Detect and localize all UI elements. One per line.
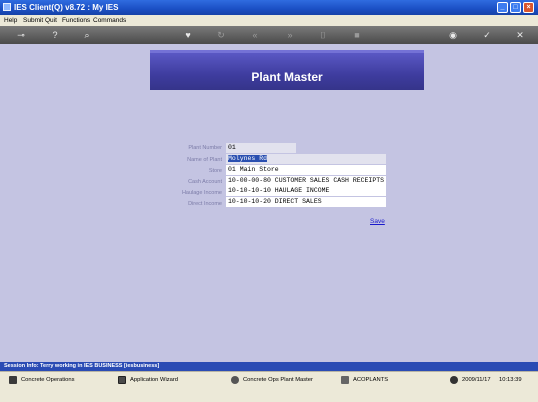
database-icon (9, 376, 17, 384)
refresh-icon[interactable]: ↻ (216, 30, 226, 40)
window-title: IES Client(Q) v8.72 : My IES (14, 3, 119, 12)
plant-number-label: Plant Number (188, 145, 222, 151)
haulage-income-field[interactable]: 10-10-10-10 HAULAGE INCOME (226, 186, 386, 196)
plant-name-selection: Molynes Rd (228, 155, 268, 162)
menu-functions[interactable]: Functions (62, 16, 90, 25)
heart-icon[interactable]: ♥ (183, 30, 193, 40)
close-button[interactable]: × (523, 2, 534, 13)
store-label: Store (208, 168, 222, 174)
time-label: 10:13:39 (499, 377, 522, 383)
wizard-icon (118, 376, 126, 384)
minimize-button[interactable]: _ (497, 2, 508, 13)
help-icon[interactable]: ? (50, 30, 60, 40)
close-icon[interactable]: ✕ (515, 30, 525, 40)
check-icon[interactable]: ✓ (482, 30, 492, 40)
maximize-button[interactable]: □ (510, 2, 521, 13)
app-icon (3, 3, 11, 11)
date-label: 2009/11/17 (462, 377, 491, 383)
toolbar: ⊸ ? ⌕ ♥ ↻ « » ⌷ ■ ◉ ✓ ✕ (0, 26, 538, 44)
key-icon[interactable]: ⊸ (12, 30, 30, 40)
direct-income-label: Direct Income (188, 201, 222, 207)
cash-account-field[interactable]: 10-00-00-80 CUSTOMER SALES CASH RECEIPTS… (226, 176, 386, 186)
plant-name-field[interactable]: Molynes Rd (226, 154, 386, 164)
task-label: ACOPLANTS (353, 377, 389, 383)
form-title: Plant Master (251, 70, 323, 84)
task-bar: Concrete Operations Application Wizard C… (0, 371, 538, 402)
globe-icon[interactable]: ◉ (448, 30, 458, 40)
stop-icon[interactable]: ■ (352, 30, 362, 40)
menu-help[interactable]: Help (4, 16, 17, 25)
plant-icon (231, 376, 239, 384)
cash-account-label: Cash Account (188, 179, 222, 185)
task-label: Concrete Operations (21, 377, 75, 383)
fast-forward-icon[interactable]: » (285, 30, 295, 40)
form-header-banner: Plant Master (150, 50, 424, 90)
task-label: Concrete Ops Plant Master (243, 377, 313, 383)
plant-name-label: Name of Plant (187, 157, 222, 163)
direct-income-field[interactable]: 10-10-10-20 DIRECT SALES (226, 197, 386, 207)
task-label: Application Wizard (130, 377, 179, 383)
rewind-icon[interactable]: « (250, 30, 260, 40)
menu-submit[interactable]: Submit (23, 16, 43, 25)
clock-icon (450, 376, 458, 384)
haulage-income-label: Haulage Income (181, 190, 222, 196)
session-info: Session Info: Terry working in IES BUSIN… (4, 363, 160, 369)
menu-quit[interactable]: Quit (45, 16, 57, 25)
plant-number-field[interactable]: 01 (226, 143, 296, 153)
folder-icon (341, 376, 349, 384)
store-field[interactable]: 01 Main Store (226, 165, 386, 175)
session-bar: Session Info: Terry working in IES BUSIN… (0, 362, 538, 371)
trash-icon[interactable]: ⌷ (318, 30, 328, 40)
search-icon[interactable]: ⌕ (82, 30, 92, 40)
save-link[interactable]: Save (370, 218, 385, 225)
menu-bar: Help Submit Quit Functions Commands (0, 15, 538, 26)
menu-commands[interactable]: Commands (93, 16, 126, 25)
title-bar: IES Client(Q) v8.72 : My IES _ □ × (0, 0, 538, 15)
